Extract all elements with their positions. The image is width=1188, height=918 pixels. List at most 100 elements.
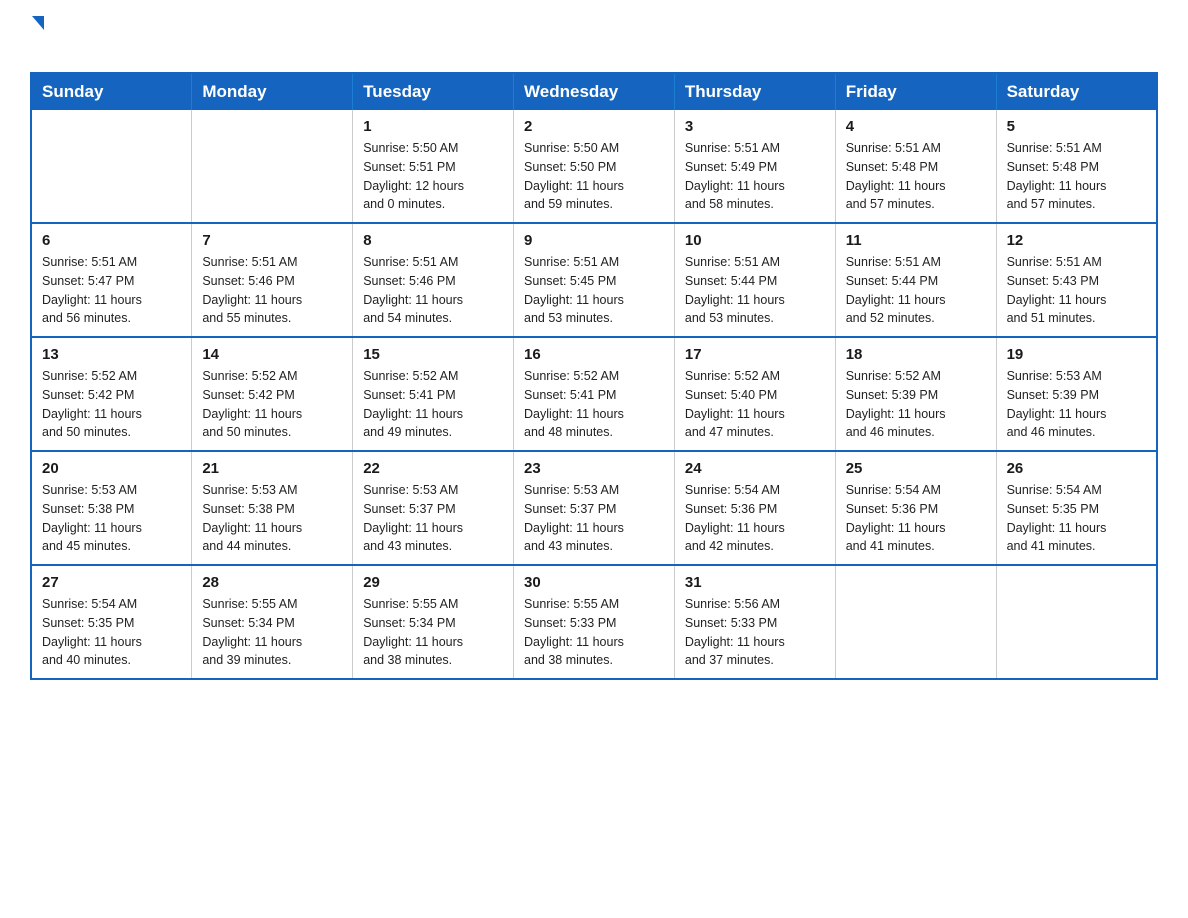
day-number: 14 xyxy=(202,346,342,363)
calendar-cell: 28 Sunrise: 5:55 AM Sunset: 5:34 PM Dayli… xyxy=(192,565,353,679)
day-number: 25 xyxy=(846,460,986,477)
calendar-cell: 30 Sunrise: 5:55 AM Sunset: 5:33 PM Dayli… xyxy=(514,565,675,679)
day-info: Sunrise: 5:52 AM Sunset: 5:40 PM Dayligh… xyxy=(685,367,825,442)
logo xyxy=(30,20,44,52)
day-info: Sunrise: 5:51 AM Sunset: 5:44 PM Dayligh… xyxy=(846,253,986,328)
weekday-header-row: SundayMondayTuesdayWednesdayThursdayFrid… xyxy=(31,73,1157,110)
calendar-cell xyxy=(835,565,996,679)
day-number: 29 xyxy=(363,574,503,591)
day-info: Sunrise: 5:52 AM Sunset: 5:41 PM Dayligh… xyxy=(363,367,503,442)
day-info: Sunrise: 5:52 AM Sunset: 5:39 PM Dayligh… xyxy=(846,367,986,442)
weekday-header-thursday: Thursday xyxy=(674,73,835,110)
calendar-cell: 14 Sunrise: 5:52 AM Sunset: 5:42 PM Dayli… xyxy=(192,337,353,451)
day-info: Sunrise: 5:51 AM Sunset: 5:47 PM Dayligh… xyxy=(42,253,181,328)
day-number: 1 xyxy=(363,118,503,135)
day-number: 19 xyxy=(1007,346,1146,363)
calendar-cell: 23 Sunrise: 5:53 AM Sunset: 5:37 PM Dayli… xyxy=(514,451,675,565)
day-info: Sunrise: 5:52 AM Sunset: 5:42 PM Dayligh… xyxy=(42,367,181,442)
day-info: Sunrise: 5:51 AM Sunset: 5:46 PM Dayligh… xyxy=(363,253,503,328)
day-number: 10 xyxy=(685,232,825,249)
day-info: Sunrise: 5:51 AM Sunset: 5:48 PM Dayligh… xyxy=(846,139,986,214)
calendar-cell: 27Sunrise: 5:54 AM Sunset: 5:35 PM Dayli… xyxy=(31,565,192,679)
day-number: 28 xyxy=(202,574,342,591)
day-number: 22 xyxy=(363,460,503,477)
day-info: Sunrise: 5:55 AM Sunset: 5:34 PM Dayligh… xyxy=(202,595,342,670)
day-number: 4 xyxy=(846,118,986,135)
day-info: Sunrise: 5:51 AM Sunset: 5:43 PM Dayligh… xyxy=(1007,253,1146,328)
calendar-cell xyxy=(31,110,192,223)
day-info: Sunrise: 5:51 AM Sunset: 5:49 PM Dayligh… xyxy=(685,139,825,214)
day-number: 23 xyxy=(524,460,664,477)
day-info: Sunrise: 5:51 AM Sunset: 5:44 PM Dayligh… xyxy=(685,253,825,328)
day-number: 26 xyxy=(1007,460,1146,477)
calendar-cell: 15Sunrise: 5:52 AM Sunset: 5:41 PM Dayli… xyxy=(353,337,514,451)
day-info: Sunrise: 5:53 AM Sunset: 5:38 PM Dayligh… xyxy=(202,481,342,556)
day-info: Sunrise: 5:52 AM Sunset: 5:42 PM Dayligh… xyxy=(202,367,342,442)
day-info: Sunrise: 5:53 AM Sunset: 5:38 PM Dayligh… xyxy=(42,481,181,556)
day-number: 7 xyxy=(202,232,342,249)
calendar-cell: 25Sunrise: 5:54 AM Sunset: 5:36 PM Dayli… xyxy=(835,451,996,565)
day-info: Sunrise: 5:53 AM Sunset: 5:39 PM Dayligh… xyxy=(1007,367,1146,442)
day-info: Sunrise: 5:51 AM Sunset: 5:48 PM Dayligh… xyxy=(1007,139,1146,214)
day-number: 30 xyxy=(524,574,664,591)
day-number: 8 xyxy=(363,232,503,249)
day-info: Sunrise: 5:53 AM Sunset: 5:37 PM Dayligh… xyxy=(363,481,503,556)
day-info: Sunrise: 5:54 AM Sunset: 5:35 PM Dayligh… xyxy=(42,595,181,670)
calendar-cell: 1 Sunrise: 5:50 AM Sunset: 5:51 PM Daylig… xyxy=(353,110,514,223)
day-info: Sunrise: 5:50 AM Sunset: 5:51 PM Dayligh… xyxy=(363,139,503,214)
day-number: 18 xyxy=(846,346,986,363)
calendar-cell xyxy=(996,565,1157,679)
calendar-cell: 5 Sunrise: 5:51 AM Sunset: 5:48 PM Daylig… xyxy=(996,110,1157,223)
weekday-header-saturday: Saturday xyxy=(996,73,1157,110)
calendar-cell: 29 Sunrise: 5:55 AM Sunset: 5:34 PM Dayli… xyxy=(353,565,514,679)
day-info: Sunrise: 5:54 AM Sunset: 5:36 PM Dayligh… xyxy=(685,481,825,556)
day-number: 3 xyxy=(685,118,825,135)
day-info: Sunrise: 5:55 AM Sunset: 5:33 PM Dayligh… xyxy=(524,595,664,670)
weekday-header-wednesday: Wednesday xyxy=(514,73,675,110)
calendar-cell: 8 Sunrise: 5:51 AM Sunset: 5:46 PM Daylig… xyxy=(353,223,514,337)
weekday-header-tuesday: Tuesday xyxy=(353,73,514,110)
day-info: Sunrise: 5:50 AM Sunset: 5:50 PM Dayligh… xyxy=(524,139,664,214)
calendar-cell: 18 Sunrise: 5:52 AM Sunset: 5:39 PM Dayli… xyxy=(835,337,996,451)
day-number: 17 xyxy=(685,346,825,363)
day-number: 20 xyxy=(42,460,181,477)
day-info: Sunrise: 5:53 AM Sunset: 5:37 PM Dayligh… xyxy=(524,481,664,556)
calendar-cell: 13Sunrise: 5:52 AM Sunset: 5:42 PM Dayli… xyxy=(31,337,192,451)
day-number: 11 xyxy=(846,232,986,249)
calendar-week-row: 6 Sunrise: 5:51 AM Sunset: 5:47 PM Daylig… xyxy=(31,223,1157,337)
day-info: Sunrise: 5:54 AM Sunset: 5:35 PM Dayligh… xyxy=(1007,481,1146,556)
calendar-cell: 20 Sunrise: 5:53 AM Sunset: 5:38 PM Dayli… xyxy=(31,451,192,565)
calendar-cell: 3 Sunrise: 5:51 AM Sunset: 5:49 PM Daylig… xyxy=(674,110,835,223)
calendar-cell: 22 Sunrise: 5:53 AM Sunset: 5:37 PM Dayli… xyxy=(353,451,514,565)
day-info: Sunrise: 5:51 AM Sunset: 5:46 PM Dayligh… xyxy=(202,253,342,328)
calendar-week-row: 1 Sunrise: 5:50 AM Sunset: 5:51 PM Daylig… xyxy=(31,110,1157,223)
day-number: 2 xyxy=(524,118,664,135)
day-info: Sunrise: 5:56 AM Sunset: 5:33 PM Dayligh… xyxy=(685,595,825,670)
calendar-cell: 26 Sunrise: 5:54 AM Sunset: 5:35 PM Dayli… xyxy=(996,451,1157,565)
calendar-cell: 24Sunrise: 5:54 AM Sunset: 5:36 PM Dayli… xyxy=(674,451,835,565)
calendar-cell: 6 Sunrise: 5:51 AM Sunset: 5:47 PM Daylig… xyxy=(31,223,192,337)
calendar-week-row: 20 Sunrise: 5:53 AM Sunset: 5:38 PM Dayli… xyxy=(31,451,1157,565)
header xyxy=(30,20,1158,52)
day-info: Sunrise: 5:51 AM Sunset: 5:45 PM Dayligh… xyxy=(524,253,664,328)
day-number: 6 xyxy=(42,232,181,249)
calendar-cell: 7 Sunrise: 5:51 AM Sunset: 5:46 PM Daylig… xyxy=(192,223,353,337)
weekday-header-friday: Friday xyxy=(835,73,996,110)
calendar-cell: 19 Sunrise: 5:53 AM Sunset: 5:39 PM Dayli… xyxy=(996,337,1157,451)
calendar-cell xyxy=(192,110,353,223)
calendar-table: SundayMondayTuesdayWednesdayThursdayFrid… xyxy=(30,72,1158,680)
calendar-cell: 10 Sunrise: 5:51 AM Sunset: 5:44 PM Dayli… xyxy=(674,223,835,337)
day-number: 12 xyxy=(1007,232,1146,249)
calendar-cell: 9 Sunrise: 5:51 AM Sunset: 5:45 PM Daylig… xyxy=(514,223,675,337)
day-number: 21 xyxy=(202,460,342,477)
day-info: Sunrise: 5:52 AM Sunset: 5:41 PM Dayligh… xyxy=(524,367,664,442)
day-number: 16 xyxy=(524,346,664,363)
day-number: 5 xyxy=(1007,118,1146,135)
day-number: 9 xyxy=(524,232,664,249)
calendar-body: 1 Sunrise: 5:50 AM Sunset: 5:51 PM Daylig… xyxy=(31,110,1157,679)
day-info: Sunrise: 5:55 AM Sunset: 5:34 PM Dayligh… xyxy=(363,595,503,670)
calendar-cell: 16 Sunrise: 5:52 AM Sunset: 5:41 PM Dayli… xyxy=(514,337,675,451)
calendar-cell: 12 Sunrise: 5:51 AM Sunset: 5:43 PM Dayli… xyxy=(996,223,1157,337)
calendar-cell: 31Sunrise: 5:56 AM Sunset: 5:33 PM Dayli… xyxy=(674,565,835,679)
calendar-cell: 21 Sunrise: 5:53 AM Sunset: 5:38 PM Dayli… xyxy=(192,451,353,565)
